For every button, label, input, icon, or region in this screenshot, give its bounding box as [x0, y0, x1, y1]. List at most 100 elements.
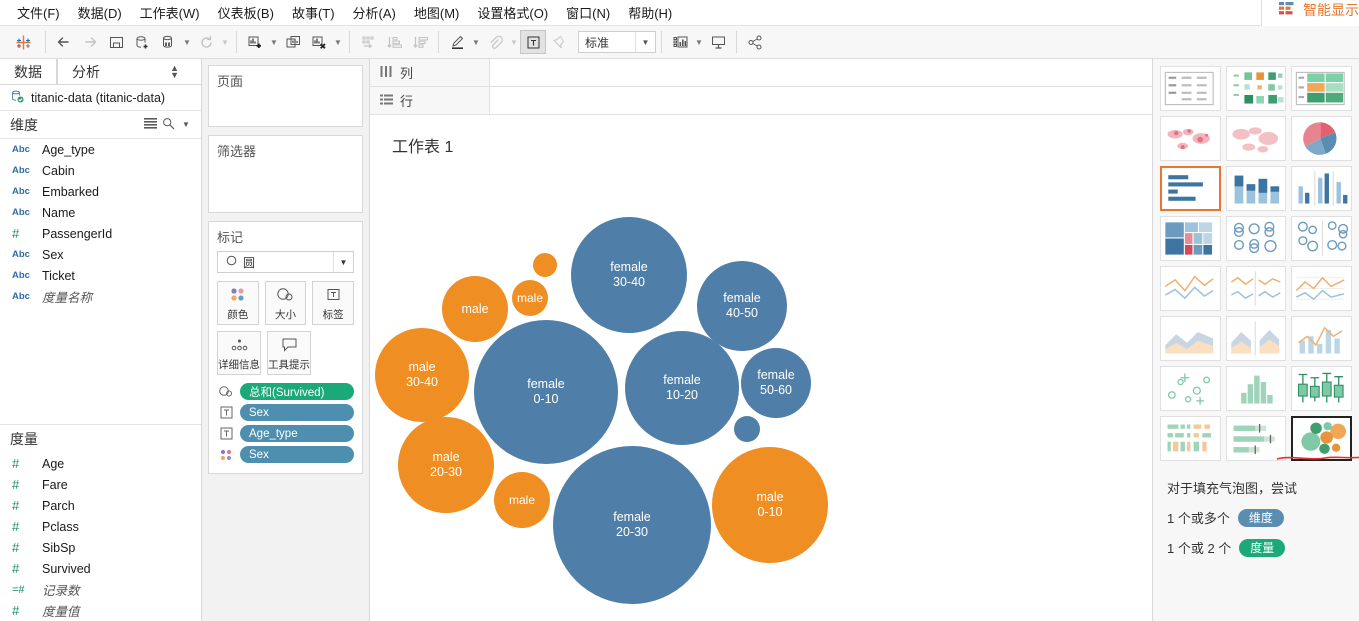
- menu-item-map[interactable]: 地图(M): [405, 0, 469, 25]
- duplicate-sheet-icon[interactable]: [280, 30, 306, 54]
- pill-sex-label[interactable]: Sex: [240, 404, 354, 421]
- menu-item-worksheet[interactable]: 工作表(W): [131, 0, 209, 25]
- new-worksheet-icon[interactable]: [242, 30, 268, 54]
- field-name[interactable]: Abc Name: [0, 202, 201, 223]
- forward-arrow-icon[interactable]: [77, 30, 103, 54]
- menu-item-file[interactable]: 文件(F): [8, 0, 69, 25]
- refresh-dropdown-caret-icon[interactable]: ▼: [219, 30, 231, 54]
- pause-dropdown-caret-icon[interactable]: ▼: [181, 30, 193, 54]
- menu-item-data[interactable]: 数据(D): [69, 0, 131, 25]
- field-passengerid[interactable]: # PassengerId: [0, 223, 201, 244]
- tableau-logo-icon[interactable]: [6, 30, 40, 54]
- field-measure-names[interactable]: Abc 度量名称: [0, 286, 201, 307]
- show-me-gantt[interactable]: [1160, 416, 1221, 461]
- show-me-lines-continuous[interactable]: [1160, 266, 1221, 311]
- presentation-mode-icon[interactable]: [705, 30, 731, 54]
- menu-item-dashboard[interactable]: 仪表板(B): [209, 0, 283, 25]
- show-me-treemap[interactable]: [1160, 216, 1221, 261]
- size-button[interactable]: 大小: [264, 281, 307, 325]
- field-cabin[interactable]: Abc Cabin: [0, 160, 201, 181]
- menu-item-analysis[interactable]: 分析(A): [344, 0, 405, 25]
- menu-item-story[interactable]: 故事(T): [283, 0, 344, 25]
- show-me-histogram[interactable]: [1225, 366, 1287, 411]
- show-me-text-table[interactable]: [1160, 66, 1221, 111]
- mark-pill-row-label-agetype[interactable]: Age_type: [209, 423, 362, 444]
- bubble-mark[interactable]: male: [533, 253, 557, 277]
- field-age-type[interactable]: Abc Age_type: [0, 139, 201, 160]
- show-me-symbol-map[interactable]: [1160, 116, 1221, 161]
- field-age[interactable]: # Age: [0, 453, 201, 474]
- new-data-source-icon[interactable]: [129, 30, 155, 54]
- show-me-pie-chart[interactable]: [1291, 116, 1352, 161]
- field-ticket[interactable]: Abc Ticket: [0, 265, 201, 286]
- mark-pill-row-size[interactable]: 总和(Survived): [209, 381, 362, 402]
- rows-shelf[interactable]: 行: [370, 87, 1152, 115]
- mark-pill-row-label-sex[interactable]: Sex: [209, 402, 362, 423]
- bubble-chart-canvas[interactable]: female 30-40 female 0-10 female 10-20 female 20…: [370, 157, 1152, 621]
- pill-sex-color[interactable]: Sex: [240, 446, 354, 463]
- show-me-side-by-side-bars[interactable]: [1291, 166, 1352, 211]
- show-me-horizontal-bars[interactable]: [1160, 166, 1221, 211]
- filters-card[interactable]: 筛选器: [208, 135, 363, 213]
- cards-caret-icon[interactable]: ▼: [693, 30, 705, 54]
- field-fare[interactable]: # Fare: [0, 474, 201, 495]
- bubble-mark[interactable]: male: [494, 472, 550, 528]
- field-sex[interactable]: Abc Sex: [0, 244, 201, 265]
- show-me-lines-discrete[interactable]: [1225, 266, 1287, 311]
- show-hide-cards-icon[interactable]: [667, 30, 693, 54]
- save-icon[interactable]: [103, 30, 129, 54]
- columns-shelf[interactable]: 列: [370, 59, 1152, 87]
- label-button[interactable]: 标签: [312, 281, 355, 325]
- tab-analytics[interactable]: 分析 ▲ ▼: [57, 59, 201, 84]
- pause-auto-update-icon[interactable]: [155, 30, 181, 54]
- tooltip-button[interactable]: 工具提示: [267, 331, 311, 375]
- highlight-caret-icon[interactable]: ▼: [470, 30, 482, 54]
- tab-data[interactable]: 数据: [0, 59, 57, 84]
- bubble-mark[interactable]: male 0-10: [712, 447, 828, 563]
- sort-ascending-icon[interactable]: [381, 30, 407, 54]
- pill-sum-survived[interactable]: 总和(Survived): [240, 383, 354, 400]
- field-measure-values[interactable]: # 度量值: [0, 600, 201, 621]
- show-me-dual-lines[interactable]: [1291, 266, 1352, 311]
- pages-card[interactable]: 页面: [208, 65, 363, 127]
- show-me-area-continuous[interactable]: [1160, 316, 1221, 361]
- fit-dropdown[interactable]: 标准 ▼: [578, 31, 656, 53]
- fit-caret-icon[interactable]: ▼: [635, 32, 655, 52]
- show-me-dual-combination[interactable]: [1291, 316, 1352, 361]
- share-icon[interactable]: [742, 30, 768, 54]
- chevron-updown-icon[interactable]: ▲ ▼: [156, 64, 193, 80]
- mark-type-dropdown[interactable]: 圆 ▼: [217, 251, 354, 273]
- swap-rows-columns-icon[interactable]: [355, 30, 381, 54]
- highlight-icon[interactable]: [444, 30, 470, 54]
- bubble-mark[interactable]: female 30-40: [571, 217, 687, 333]
- bubble-mark[interactable]: male 30-40: [375, 328, 469, 422]
- show-me-heat-map[interactable]: [1225, 66, 1287, 111]
- bubble-mark[interactable]: male: [442, 276, 508, 342]
- pill-age-type[interactable]: Age_type: [240, 425, 354, 442]
- menu-item-window[interactable]: 窗口(N): [557, 0, 619, 25]
- columns-drop-zone[interactable]: [490, 59, 1152, 86]
- field-parch[interactable]: # Parch: [0, 495, 201, 516]
- refresh-icon[interactable]: [193, 30, 219, 54]
- show-me-side-by-side-circles[interactable]: [1291, 216, 1352, 261]
- field-pclass[interactable]: # Pclass: [0, 516, 201, 537]
- bubble-mark[interactable]: female 10-20: [625, 331, 739, 445]
- show-me-filled-map[interactable]: [1225, 116, 1287, 161]
- show-me-box-and-whisker[interactable]: [1291, 366, 1352, 411]
- mark-type-caret-icon[interactable]: ▼: [333, 252, 353, 272]
- bubble-mark[interactable]: female 0-10: [474, 320, 618, 464]
- sort-descending-icon[interactable]: [407, 30, 433, 54]
- new-worksheet-caret-icon[interactable]: ▼: [268, 30, 280, 54]
- group-by-folder-icon[interactable]: [141, 117, 159, 132]
- menu-item-help[interactable]: 帮助(H): [619, 0, 681, 25]
- show-me-bullet-graph[interactable]: [1225, 416, 1287, 461]
- color-button[interactable]: 颜色: [217, 281, 259, 325]
- bubble-mark[interactable]: female: [734, 416, 760, 442]
- detail-button[interactable]: 详细信息: [217, 331, 261, 375]
- bubble-mark[interactable]: male: [512, 280, 548, 316]
- bubble-mark[interactable]: female 40-50: [697, 261, 787, 351]
- fix-axes-icon[interactable]: [546, 30, 572, 54]
- show-mark-labels-icon[interactable]: [520, 30, 546, 54]
- field-record-count[interactable]: =# 记录数: [0, 579, 201, 600]
- show-me-area-discrete[interactable]: [1225, 316, 1287, 361]
